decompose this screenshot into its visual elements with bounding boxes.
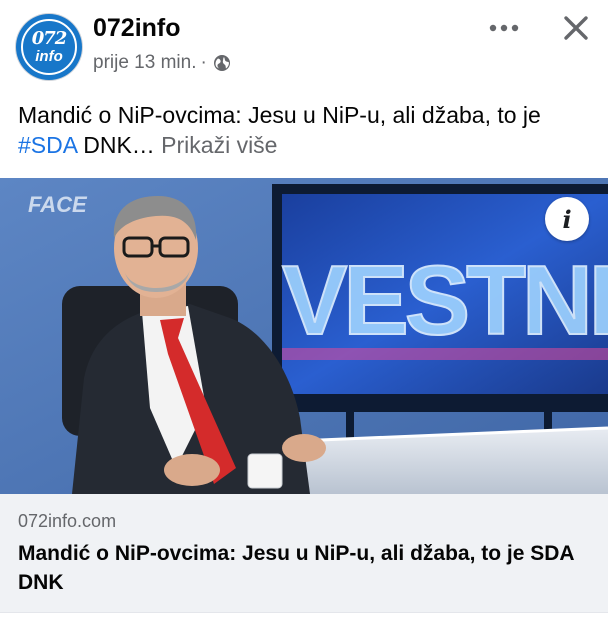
avatar-logo-top: 072 <box>31 28 68 49</box>
more-horizontal-icon[interactable] <box>488 20 520 36</box>
page-name-link[interactable]: 072info <box>93 14 181 43</box>
tv-logo-watermark: FACE <box>28 192 88 217</box>
info-icon[interactable]: i <box>545 197 589 241</box>
meta-separator: · <box>200 52 207 73</box>
post-caption: Mandić o NiP-ovcima: Jesu u NiP-u, ali d… <box>18 100 593 160</box>
caption-text-start: Mandić o NiP-ovcima: Jesu u NiP-u, ali d… <box>18 102 541 128</box>
see-more-link[interactable]: Prikaži više <box>161 132 277 158</box>
avatar-logo-bottom: info <box>35 48 63 65</box>
post-image[interactable]: FACE VESTNI <box>0 178 608 494</box>
screen-text: VESTNI <box>282 245 608 355</box>
avatar-logo: 072 info <box>21 19 77 75</box>
page-avatar[interactable]: 072 info <box>16 14 82 80</box>
link-preview[interactable]: 072info.com Mandić o NiP-ovcima: Jesu u … <box>0 494 608 612</box>
link-title[interactable]: Mandić o NiP-ovcima: Jesu u NiP-u, ali d… <box>18 539 598 597</box>
hashtag-link[interactable]: #SDA <box>18 132 77 158</box>
globe-icon[interactable] <box>213 54 231 72</box>
link-domain: 072info.com <box>18 511 117 531</box>
post-header: 072 info 072info prije 13 min. · <box>0 0 608 92</box>
caption-text-end: DNK… <box>76 132 162 158</box>
post-meta: prije 13 min. · <box>93 52 231 74</box>
reactions-bar <box>0 612 608 640</box>
close-icon[interactable] <box>562 14 590 42</box>
post-timestamp[interactable]: prije 13 min. <box>93 52 197 74</box>
